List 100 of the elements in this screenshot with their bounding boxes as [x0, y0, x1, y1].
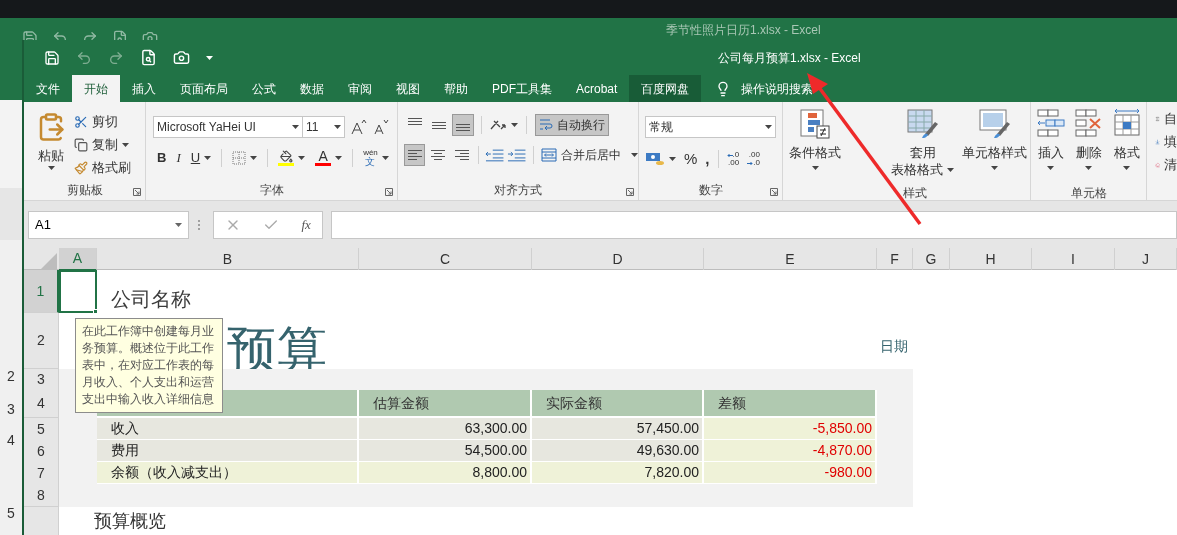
ribbon-tab[interactable]: 百度网盘 [629, 75, 702, 102]
section-heading: 预算概览 [94, 512, 166, 530]
table-cell: 57,450.00 [532, 418, 704, 441]
style-button[interactable]: 套用 表格格式 [887, 104, 958, 184]
camera-icon[interactable] [173, 49, 190, 66]
increase-indent-icon[interactable] [506, 147, 527, 163]
fill-color-button[interactable] [278, 149, 306, 166]
row-number: 3 [7, 399, 15, 419]
row-header[interactable]: 5 [24, 418, 59, 441]
name-box[interactable]: A1 [28, 210, 189, 239]
caret-icon [631, 153, 638, 157]
ribbon-tab[interactable]: 公式 [240, 75, 288, 102]
row-header[interactable]: 8 [24, 484, 59, 507]
dialog-launcher-icon[interactable] [385, 188, 393, 196]
currency-button[interactable] [645, 151, 676, 168]
style-button[interactable]: 条件格式 [785, 104, 845, 184]
align-lines-icon [408, 118, 422, 125]
row-number: 5 [7, 503, 15, 523]
paint-bucket-icon [279, 149, 293, 163]
grip-icon [197, 218, 201, 231]
ribbon-tab[interactable]: Acrobat [564, 75, 630, 102]
font-family-select[interactable]: Microsoft YaHei UI [153, 116, 303, 138]
formula-input[interactable] [331, 210, 1177, 239]
italic-button[interactable]: I [176, 148, 181, 168]
save-icon[interactable] [44, 49, 60, 66]
table-header: 估算金额 [359, 390, 532, 418]
caret-icon [335, 155, 343, 160]
phonetic-button[interactable]: wén 文 [363, 148, 389, 167]
vertical-align-button[interactable] [452, 114, 474, 136]
borders-button[interactable] [232, 150, 258, 165]
cut-button[interactable]: 剪切 [74, 112, 131, 132]
decrease-decimal-button[interactable]: .00 .0 [747, 151, 760, 168]
ribbon-tab[interactable]: PDF工具集 [480, 75, 564, 102]
font-color-button[interactable]: A [315, 149, 343, 167]
print-preview-icon[interactable] [140, 49, 157, 66]
column-header[interactable]: A [59, 248, 97, 271]
decrease-font-size-icon[interactable] [373, 119, 389, 135]
row-header[interactable]: 4 [24, 390, 59, 418]
ribbon-tab[interactable]: 插入 [120, 75, 168, 102]
table-cell: 7,820.00 [532, 462, 704, 485]
function-icon[interactable]: fx [301, 214, 311, 235]
decrease-indent-icon[interactable] [485, 147, 505, 163]
increase-font-size-icon[interactable] [351, 119, 367, 135]
editing-button[interactable]: 自 [1155, 110, 1177, 128]
ribbon-tab[interactable]: 数据 [288, 75, 336, 102]
caret-icon [250, 155, 258, 160]
group-label: 剪贴板 [66, 182, 103, 199]
caret-icon [1085, 166, 1092, 170]
ribbon-tab[interactable]: 帮助 [432, 75, 480, 102]
dialog-launcher-icon[interactable] [626, 188, 634, 196]
cells-button[interactable]: 删除 [1069, 104, 1108, 184]
dialog-launcher-icon[interactable] [770, 188, 778, 196]
right-arrow-icon [747, 160, 754, 166]
dialog-launcher-icon[interactable] [133, 188, 141, 196]
comma-button[interactable]: , [705, 148, 710, 171]
row-header[interactable]: 3 [24, 369, 59, 391]
format-painter-button[interactable]: 格式刷 [74, 158, 131, 178]
copy-icon [74, 138, 88, 152]
table-cell: 8,800.00 [359, 462, 532, 485]
cells-button[interactable]: 插入 [1031, 104, 1070, 184]
increase-decimal-button[interactable]: .0 .00 [726, 151, 740, 168]
caret-icon [1123, 166, 1130, 170]
table-cell: 费用 [97, 440, 359, 463]
caret-icon [381, 155, 389, 160]
row-number: 2 [7, 366, 15, 386]
wrap-text-icon [539, 118, 553, 132]
bold-button[interactable]: B [157, 148, 167, 168]
copy-button[interactable]: 复制 [74, 135, 131, 155]
ribbon-tab[interactable]: 开始 [72, 75, 120, 102]
merge-center-button[interactable]: 合并后居中 [541, 146, 638, 164]
window-title: 公司每月预算1.xlsx - Excel [718, 49, 861, 67]
paste-button[interactable]: 粘贴 [36, 112, 66, 180]
editing-button[interactable]: 清 [1155, 156, 1177, 174]
editing-button[interactable]: 填 [1155, 133, 1177, 151]
caret-icon [206, 55, 213, 60]
row-header[interactable]: 6 [24, 440, 59, 463]
table-cell: -980.00 [704, 462, 877, 485]
percent-button[interactable]: % [684, 148, 698, 171]
row-header [24, 507, 59, 535]
row-header[interactable]: 2 [24, 313, 59, 369]
horizontal-align-button[interactable] [404, 144, 426, 166]
ribbon-tab[interactable]: 视图 [384, 75, 432, 102]
row-header[interactable]: 7 [24, 462, 59, 485]
style-button[interactable]: 单元格样式 [958, 104, 1031, 184]
selected-cell[interactable] [59, 270, 97, 313]
insert-cells-icon [1035, 108, 1066, 140]
ribbon-tab[interactable]: 页面布局 [168, 75, 240, 102]
underline-button[interactable]: U [190, 148, 212, 168]
align-lines-icon [407, 150, 422, 160]
search-help[interactable]: 操作说明搜索 [741, 79, 814, 98]
row-header[interactable]: 1 [24, 270, 59, 313]
caret-icon [669, 157, 676, 162]
ribbon-tab[interactable]: 审阅 [336, 75, 384, 102]
ribbon-tab[interactable]: 文件 [24, 75, 72, 102]
wrap-text-button[interactable]: 自动换行 [535, 114, 609, 136]
font-size-select[interactable]: 11 [303, 116, 345, 138]
number-format-select[interactable]: 常规 [645, 116, 776, 138]
cells-button[interactable]: 格式 [1107, 104, 1146, 184]
align-lines-icon [454, 150, 469, 160]
table-style-icon [905, 108, 940, 140]
